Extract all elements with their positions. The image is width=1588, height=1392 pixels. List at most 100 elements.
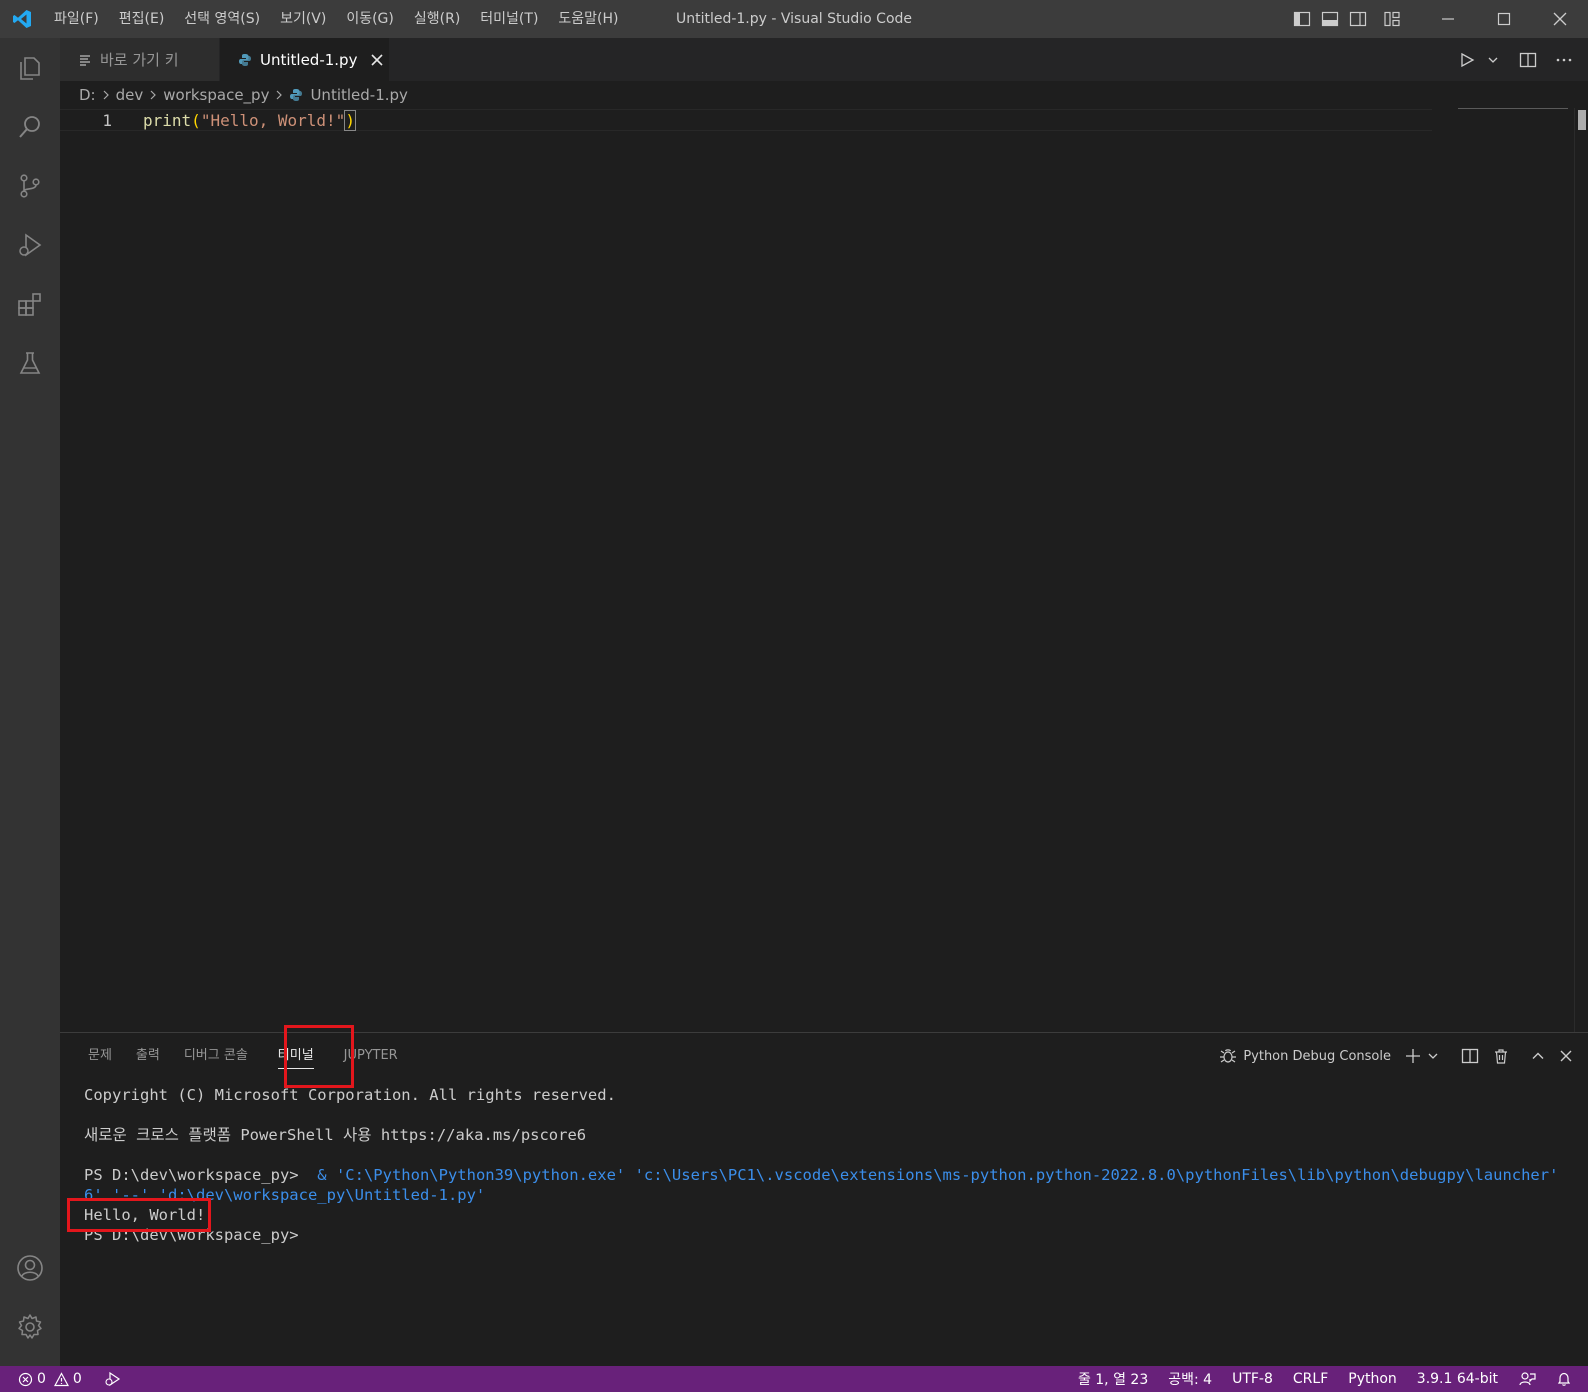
warning-icon: [53, 1371, 69, 1387]
list-icon: [78, 53, 92, 67]
breadcrumb-file[interactable]: Untitled-1.py: [289, 86, 408, 104]
terminal-command: & 'C:\Python\Python39\python.exe' 'c:\Us…: [307, 1166, 1564, 1184]
split-editor-icon[interactable]: [1516, 45, 1540, 75]
extensions-icon[interactable]: [0, 274, 60, 333]
breadcrumb-drive[interactable]: D:: [79, 86, 96, 104]
editor-scrollbar[interactable]: [1574, 108, 1588, 1032]
tab-output[interactable]: 출력: [124, 1033, 172, 1079]
line-number: 1: [102, 111, 112, 130]
problems-status[interactable]: 0 0: [18, 1371, 82, 1387]
tab-bar: 바로 가기 키 Untitled-1.py: [60, 38, 1588, 81]
code-editor[interactable]: 1 print("Hello, World!"): [60, 109, 1440, 131]
testing-flask-icon[interactable]: [0, 333, 60, 392]
end-of-line[interactable]: CRLF: [1283, 1366, 1338, 1392]
trash-icon[interactable]: [1490, 1041, 1512, 1071]
python-interpreter[interactable]: 3.9.1 64-bit: [1407, 1366, 1508, 1392]
error-count: 0: [37, 1371, 46, 1387]
title-bar: 파일(F) 편집(E) 선택 영역(S) 보기(V) 이동(G) 실행(R) 터…: [0, 0, 1588, 38]
terminal-prompt: PS D:\dev\workspace_py>: [84, 1226, 299, 1244]
customize-layout-icon[interactable]: [1378, 0, 1406, 38]
chevron-right-icon: [148, 89, 158, 101]
terminal-program-output: Hello, World!: [84, 1206, 206, 1224]
breadcrumb-file-label: Untitled-1.py: [310, 86, 408, 104]
debug-launch-icon[interactable]: [104, 1371, 122, 1387]
menu-view[interactable]: 보기(V): [270, 0, 336, 38]
chevron-down-icon[interactable]: [1484, 45, 1502, 75]
indentation[interactable]: 공백: 4: [1158, 1366, 1222, 1392]
toggle-sidebar-icon[interactable]: [1288, 0, 1316, 38]
python-file-icon: [238, 53, 252, 67]
code-text: print("Hello, World!"): [112, 110, 356, 131]
debug-bug-icon: [1219, 1047, 1237, 1065]
activity-bar: [0, 38, 60, 1366]
run-debug-icon[interactable]: [0, 215, 60, 274]
menu-edit[interactable]: 편집(E): [109, 0, 175, 38]
terminal-command-continued: 6' '--' 'd:\dev\workspace_py\Untitled-1.…: [84, 1186, 486, 1204]
breadcrumb-dev[interactable]: dev: [116, 86, 144, 104]
minimize-icon[interactable]: [1420, 0, 1476, 38]
token-function: print: [143, 111, 192, 130]
toggle-secondary-sidebar-icon[interactable]: [1344, 0, 1372, 38]
terminal-output[interactable]: Copyright (C) Microsoft Corporation. All…: [84, 1085, 1564, 1245]
run-python-file-icon[interactable]: [1456, 45, 1478, 75]
terminal-prompt: PS D:\dev\workspace_py>: [84, 1166, 308, 1184]
terminal-tab-highlight: [284, 1025, 354, 1088]
terminal-line: PS D:\dev\workspace_py> & 'C:\Python\Pyt…: [84, 1165, 1564, 1185]
tab-keyboard-shortcuts[interactable]: 바로 가기 키: [60, 38, 220, 81]
chevron-up-icon[interactable]: [1528, 1041, 1548, 1071]
vscode-logo-icon: [0, 0, 44, 38]
tab-debug-console[interactable]: 디버그 콘솔: [172, 1033, 260, 1079]
chevron-right-icon: [274, 89, 284, 101]
terminal-profile[interactable]: Python Debug Console: [1216, 1041, 1394, 1071]
search-icon[interactable]: [0, 97, 60, 156]
toggle-panel-icon[interactable]: [1316, 0, 1344, 38]
language-mode[interactable]: Python: [1338, 1366, 1407, 1392]
source-control-icon[interactable]: [0, 156, 60, 215]
warning-count: 0: [72, 1371, 82, 1387]
menu-help[interactable]: 도움말(H): [548, 0, 628, 38]
menu-run[interactable]: 실행(R): [404, 0, 470, 38]
tab-label: Untitled-1.py: [260, 50, 358, 69]
editor-area: 바로 가기 키 Untitled-1.py D: dev workspace_p…: [60, 38, 1588, 1032]
terminal-line: Copyright (C) Microsoft Corporation. All…: [84, 1086, 616, 1104]
explorer-icon[interactable]: [0, 38, 60, 97]
scrollbar-thumb[interactable]: [1578, 110, 1586, 130]
breadcrumb-workspace-py[interactable]: workspace_py: [163, 86, 269, 104]
menu-go[interactable]: 이동(G): [336, 0, 404, 38]
close-panel-icon[interactable]: [1556, 1041, 1576, 1071]
split-terminal-icon[interactable]: [1458, 1041, 1482, 1071]
settings-gear-icon[interactable]: [0, 1297, 60, 1356]
token-bracket-close: ): [344, 110, 356, 131]
close-tab-icon[interactable]: [371, 53, 384, 66]
token-bracket-open: (: [191, 111, 201, 130]
menu-bar: 파일(F) 편집(E) 선택 영역(S) 보기(V) 이동(G) 실행(R) 터…: [44, 0, 629, 38]
chevron-down-icon[interactable]: [1424, 1041, 1442, 1071]
terminal-line: 새로운 크로스 플랫폼 PowerShell 사용 https://aka.ms…: [84, 1126, 587, 1144]
status-bar: 0 0 줄 1, 열 23 공백: 4 UTF-8 CRLF Python 3.…: [0, 1366, 1588, 1392]
code-line[interactable]: 1 print("Hello, World!"): [60, 109, 1432, 131]
close-window-icon[interactable]: [1532, 0, 1588, 38]
accounts-icon[interactable]: [0, 1238, 60, 1297]
breadcrumb: D: dev workspace_py Untitled-1.py: [60, 81, 1588, 109]
new-terminal-plus-icon[interactable]: [1402, 1041, 1424, 1071]
menu-file[interactable]: 파일(F): [44, 0, 109, 38]
minimap[interactable]: [1458, 108, 1568, 109]
chevron-right-icon: [101, 89, 111, 101]
notifications-bell-icon[interactable]: [1546, 1366, 1588, 1392]
tab-problems[interactable]: 문제: [76, 1033, 124, 1079]
menu-terminal[interactable]: 터미널(T): [470, 0, 548, 38]
token-string: "Hello, World!": [200, 111, 346, 130]
python-file-icon: [289, 88, 303, 102]
terminal-profile-label: Python Debug Console: [1243, 1048, 1391, 1064]
maximize-icon[interactable]: [1476, 0, 1532, 38]
bottom-panel: 문제 출력 디버그 콘솔 터미널 JUPYTER Python Debug Co…: [60, 1025, 1588, 1366]
more-actions-icon[interactable]: [1552, 45, 1576, 75]
feedback-icon[interactable]: [1508, 1366, 1546, 1392]
cursor-position[interactable]: 줄 1, 열 23: [1068, 1366, 1158, 1392]
panel-tabs: 문제 출력 디버그 콘솔 터미널 JUPYTER Python Debug Co…: [60, 1025, 1588, 1088]
output-highlight: [67, 1198, 211, 1232]
tab-label: 바로 가기 키: [100, 51, 179, 69]
encoding[interactable]: UTF-8: [1222, 1366, 1283, 1392]
tab-untitled-1-py[interactable]: Untitled-1.py: [220, 38, 390, 81]
menu-selection[interactable]: 선택 영역(S): [174, 0, 270, 38]
